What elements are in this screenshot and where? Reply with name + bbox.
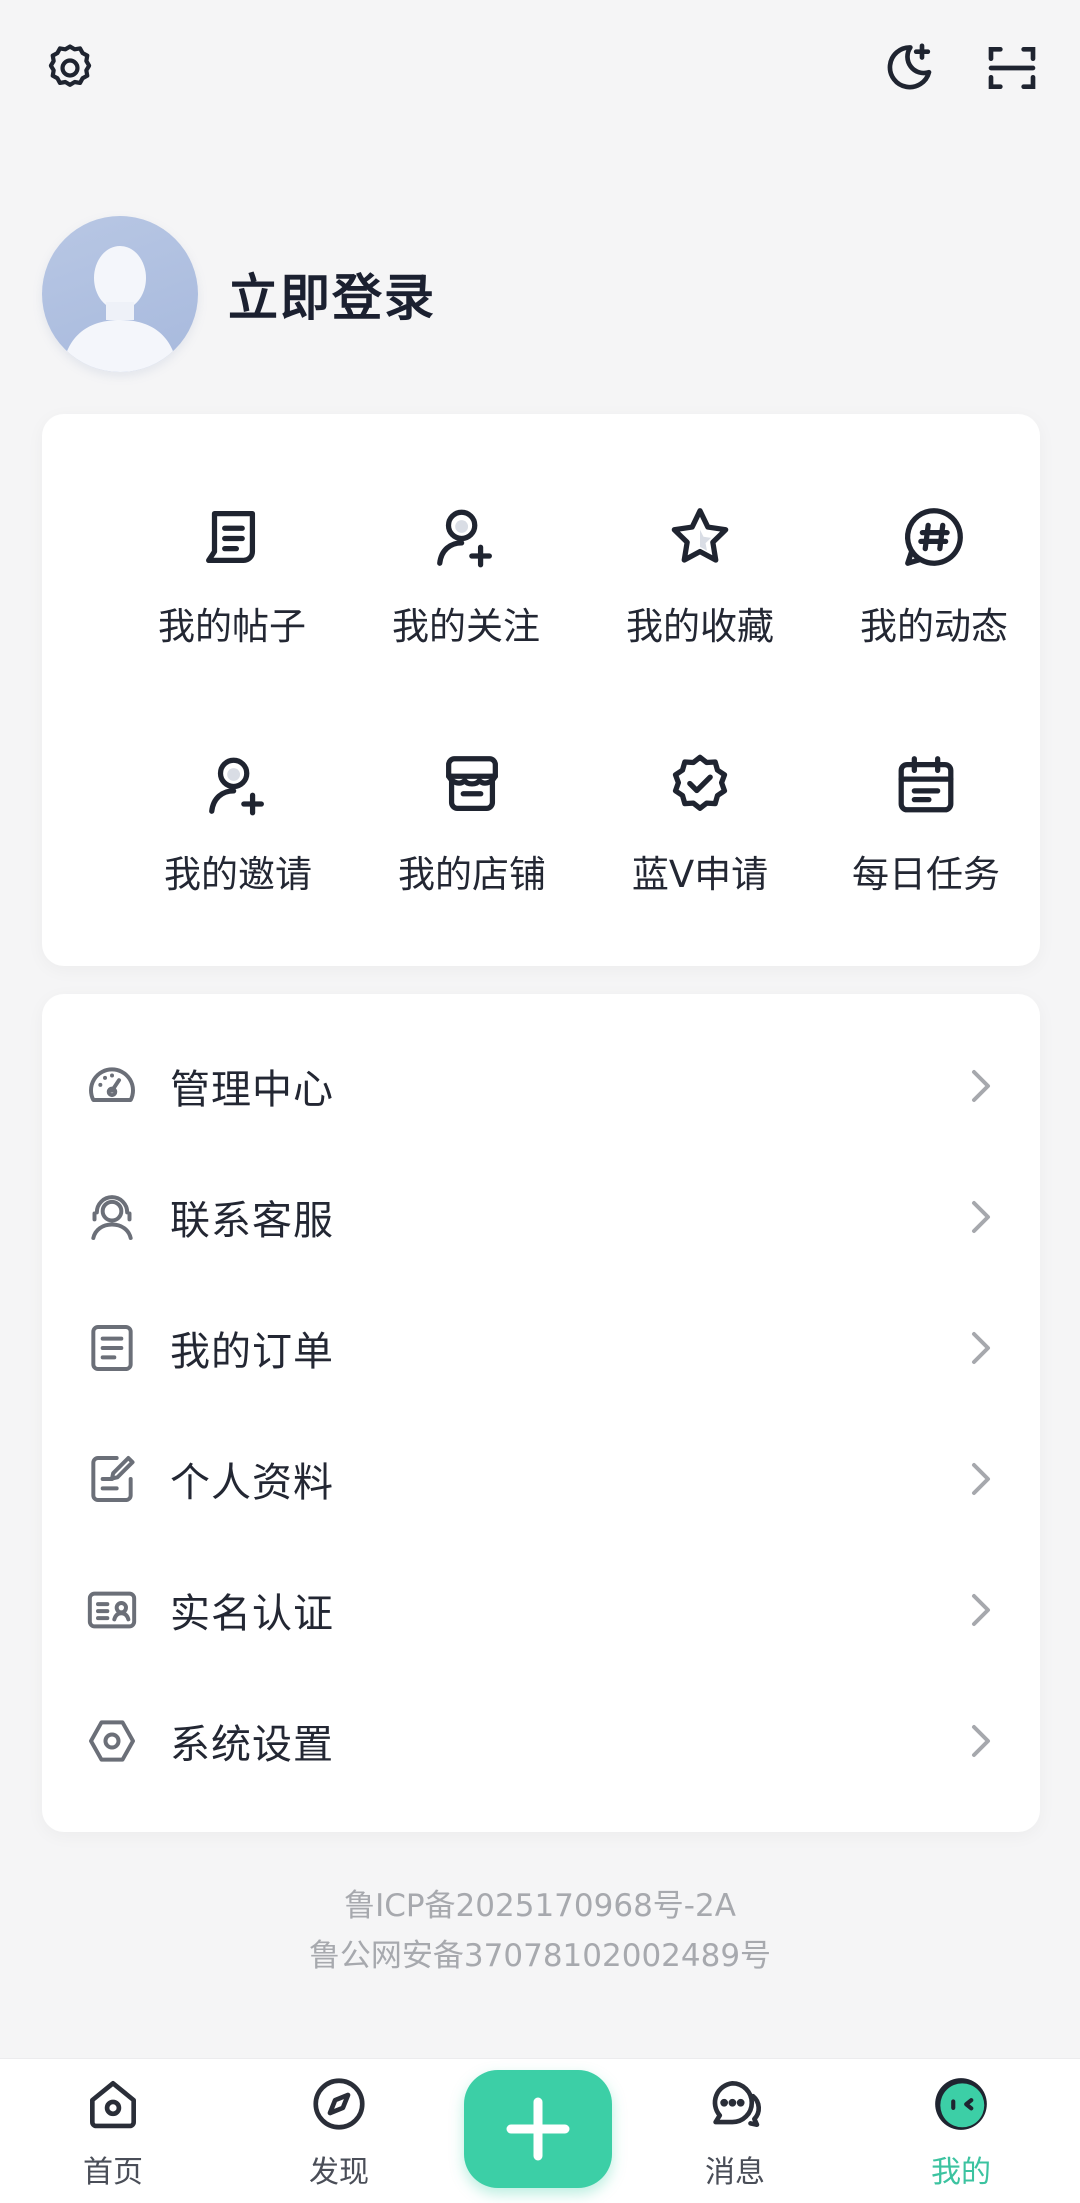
store-icon bbox=[446, 756, 498, 811]
nav-home[interactable]: 首页 bbox=[43, 2073, 183, 2203]
menu-item-management[interactable]: 管理中心 bbox=[42, 1020, 1040, 1151]
menu-item-customer-service[interactable]: 联系客服 bbox=[42, 1151, 1040, 1282]
chevron-right-icon bbox=[964, 1459, 996, 1499]
nav-discover[interactable]: 发现 bbox=[269, 2073, 409, 2203]
customer-service-icon bbox=[84, 1189, 140, 1245]
order-icon bbox=[84, 1320, 140, 1376]
user-plus-icon bbox=[209, 757, 264, 816]
menu-item-real-name[interactable]: 实名认证 bbox=[42, 1544, 1040, 1675]
menu-item-system-settings[interactable]: 系统设置 bbox=[42, 1675, 1040, 1806]
shortcut-my-posts[interactable]: 我的帖子 bbox=[122, 502, 342, 682]
shortcut-label: 蓝V申请 bbox=[631, 853, 769, 896]
nav-label: 发现 bbox=[309, 2155, 369, 2190]
nav-messages[interactable]: 消息 bbox=[665, 2073, 805, 2203]
shortcut-label: 我的帖子 bbox=[158, 605, 306, 648]
chevron-right-icon bbox=[964, 1066, 996, 1106]
menu-item-profile[interactable]: 个人资料 bbox=[42, 1413, 1040, 1544]
gear-icon[interactable] bbox=[38, 36, 102, 100]
home-icon bbox=[90, 2081, 136, 2129]
edit-profile-icon bbox=[84, 1451, 140, 1507]
avatar[interactable] bbox=[42, 216, 198, 372]
chevron-right-icon bbox=[964, 1328, 996, 1368]
shortcut-label: 我的邀请 bbox=[164, 853, 312, 896]
calendar-icon bbox=[898, 756, 954, 813]
profile-header[interactable]: 立即登录 bbox=[42, 216, 436, 372]
chevron-right-icon bbox=[964, 1197, 996, 1237]
menu-label: 系统设置 bbox=[170, 1721, 334, 1768]
hashtag-icon bbox=[905, 508, 963, 566]
menu-item-my-orders[interactable]: 我的订单 bbox=[42, 1282, 1040, 1413]
star-icon bbox=[671, 508, 729, 563]
shortcut-daily-tasks[interactable]: 每日任务 bbox=[816, 750, 1036, 930]
nav-me[interactable]: 我的 bbox=[891, 2073, 1031, 2203]
me-face-icon bbox=[935, 2078, 987, 2130]
login-link[interactable]: 立即登录 bbox=[228, 258, 436, 330]
post-icon bbox=[206, 511, 256, 563]
profile-page: 立即登录 我的帖子 我的关注 我的收藏 我的动态 我的邀请 我的店铺 蓝V申请 … bbox=[0, 0, 1080, 2203]
shortcut-label: 我的收藏 bbox=[626, 605, 774, 648]
nav-label: 我的 bbox=[931, 2155, 991, 2190]
shortcut-my-favorites[interactable]: 我的收藏 bbox=[590, 502, 810, 682]
moon-plus-icon[interactable] bbox=[876, 36, 940, 100]
shortcut-my-follows[interactable]: 我的关注 bbox=[356, 502, 576, 682]
shortcut-label: 每日任务 bbox=[852, 853, 1000, 896]
chevron-right-icon bbox=[964, 1590, 996, 1630]
shortcut-label: 我的店铺 bbox=[398, 853, 546, 896]
menu-label: 个人资料 bbox=[170, 1459, 334, 1506]
shortcut-my-activity[interactable]: 我的动态 bbox=[824, 502, 1044, 682]
verified-badge-icon bbox=[672, 754, 728, 811]
chevron-right-icon bbox=[964, 1721, 996, 1761]
dashboard-icon bbox=[84, 1058, 140, 1114]
icp-record-link[interactable]: 鲁ICP备2025170968号-2A bbox=[0, 1880, 1080, 1925]
menu-label: 联系客服 bbox=[170, 1197, 334, 1244]
plus-icon bbox=[506, 2097, 570, 2161]
compass-icon bbox=[313, 2078, 365, 2130]
hexagon-settings-icon bbox=[84, 1713, 140, 1769]
menu-label: 管理中心 bbox=[170, 1066, 334, 1113]
menu-card: 管理中心 联系客服 我的订单 个人资料 实名认证 系统设置 bbox=[42, 994, 1040, 1832]
default-avatar-icon bbox=[62, 246, 178, 372]
user-plus-icon bbox=[437, 509, 492, 568]
id-card-icon bbox=[84, 1582, 140, 1638]
nav-label: 消息 bbox=[705, 2155, 765, 2190]
menu-label: 我的订单 bbox=[170, 1328, 334, 1375]
scan-icon[interactable] bbox=[980, 36, 1044, 100]
shortcut-my-store[interactable]: 我的店铺 bbox=[362, 750, 582, 930]
shortcut-label: 我的关注 bbox=[392, 605, 540, 648]
create-post-button[interactable] bbox=[464, 2070, 612, 2188]
shortcut-label: 我的动态 bbox=[860, 605, 1008, 648]
nav-label: 首页 bbox=[83, 2155, 143, 2190]
menu-label: 实名认证 bbox=[170, 1590, 334, 1637]
chat-bubble-icon bbox=[712, 2081, 762, 2127]
shortcut-card: 我的帖子 我的关注 我的收藏 我的动态 我的邀请 我的店铺 蓝V申请 每日任务 bbox=[42, 414, 1040, 966]
shortcut-my-invites[interactable]: 我的邀请 bbox=[128, 750, 348, 930]
shortcut-blue-v-apply[interactable]: 蓝V申请 bbox=[590, 750, 810, 930]
police-record-link[interactable]: 鲁公网安备37078102002489号 bbox=[0, 1930, 1080, 1975]
